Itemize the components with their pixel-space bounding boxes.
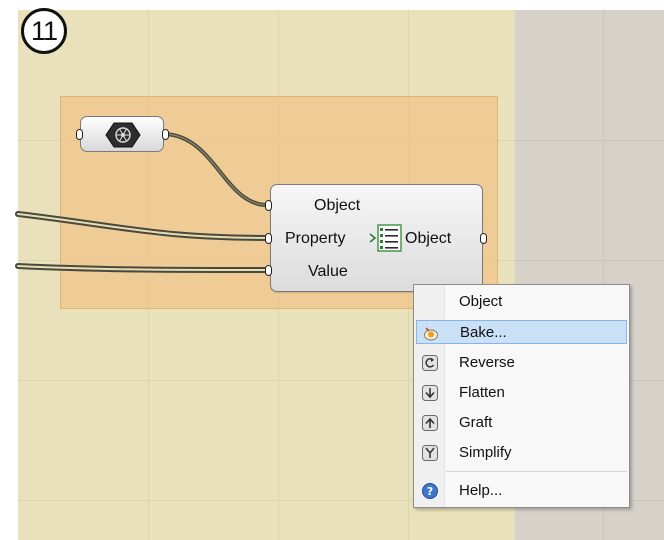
set-property-component[interactable]: Object Property Value Object <box>270 184 483 292</box>
input-property-port[interactable] <box>265 233 272 244</box>
graft-icon <box>422 415 438 431</box>
help-icon: ? <box>422 483 438 499</box>
reverse-icon <box>422 355 438 371</box>
svg-text:?: ? <box>427 485 433 498</box>
input-value-port[interactable] <box>265 265 272 276</box>
menu-item-label: Help... <box>459 482 503 499</box>
menu-item-graft[interactable]: Graft <box>416 411 627 435</box>
output-object-port[interactable] <box>480 233 487 244</box>
wire-object <box>163 132 270 208</box>
menu-item-simplify[interactable]: Simplify <box>416 441 627 465</box>
input-object-label: Object <box>314 197 361 214</box>
menu-separator <box>446 471 627 472</box>
simplify-icon <box>422 445 438 461</box>
node-output-port[interactable] <box>162 129 169 140</box>
mesh-parameter-node[interactable] <box>80 116 164 152</box>
menu-item-label: Simplify <box>459 444 512 461</box>
input-object-port[interactable] <box>265 200 272 211</box>
menu-item-help[interactable]: ? Help... <box>416 479 627 503</box>
menu-item-bake[interactable]: Bake... <box>416 320 627 344</box>
bake-icon <box>423 325 439 341</box>
input-property-label: Property <box>285 230 346 247</box>
menu-item-reverse[interactable]: Reverse <box>416 351 627 375</box>
property-list-icon <box>369 224 402 257</box>
input-value-label: Value <box>308 263 348 280</box>
hexagon-mesh-icon <box>105 122 141 153</box>
menu-item-flatten[interactable]: Flatten <box>416 381 627 405</box>
menu-item-label: Bake... <box>460 324 507 341</box>
step-number-badge: 11 <box>21 8 67 54</box>
menu-header-object: Object <box>459 293 503 310</box>
menu-item-label: Flatten <box>459 384 505 401</box>
wire-property <box>15 211 271 241</box>
menu-item-label: Graft <box>459 414 493 431</box>
flatten-icon <box>422 385 438 401</box>
grasshopper-canvas-view: Object Property Value Object Object Bake… <box>0 0 664 540</box>
output-object-label: Object <box>405 230 452 247</box>
context-menu: Object Bake... Reverse Flatten Graft Sim… <box>413 284 630 508</box>
node-input-port[interactable] <box>76 129 83 140</box>
menu-item-label: Reverse <box>459 354 515 371</box>
